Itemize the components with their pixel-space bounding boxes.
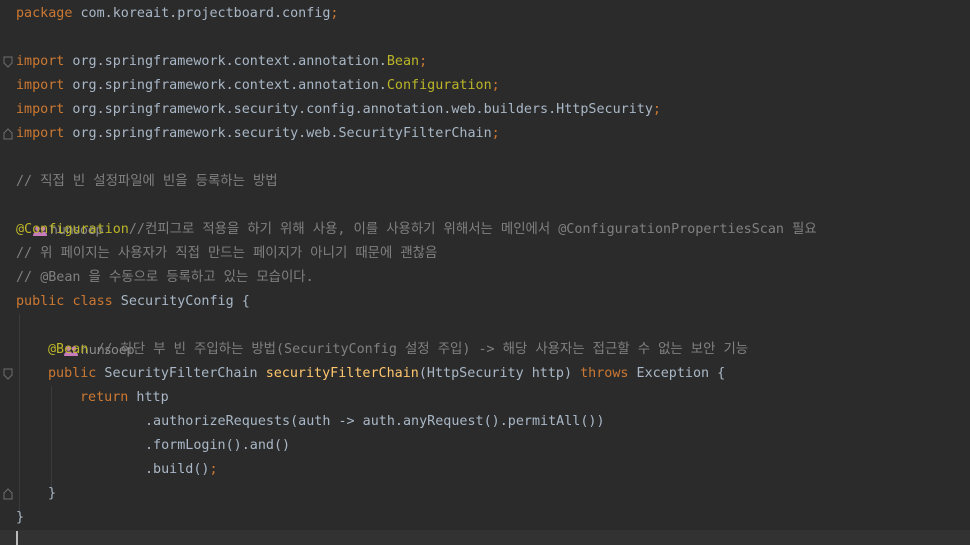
comment: 필요 [783,222,817,237]
fold-marker-icon[interactable] [3,368,13,380]
text-caret [16,531,18,545]
return-expression: http [128,390,169,405]
package-name: com.koreait.projectboard.config [72,6,331,21]
class-name: SecurityConfig { [112,294,250,309]
keyword: return [80,390,129,405]
code-line-annotation[interactable]: @Bean // 하단 부 빈 주입하는 방법(SecurityConfig 설… [48,338,748,362]
code-editor[interactable]: package com.koreait.projectboard.config;… [0,0,970,545]
fold-marker-icon[interactable] [3,488,13,500]
code-line-comment[interactable]: // 직접 빈 설정파일에 빈을 등록하는 방법 [16,170,278,194]
code-line-import[interactable]: import org.springframework.security.conf… [16,98,661,122]
comment-annotation-ref: @ConfigurationPropertiesScan [558,222,784,237]
code-line-import[interactable]: import org.springframework.context.annot… [16,74,500,98]
semicolon: ; [491,126,500,141]
author-hint[interactable]: hunsoep [48,314,134,357]
code-line-comment[interactable]: // @Bean 을 수동으로 등록하고 있는 모습이다. [16,266,314,290]
semicolon: ; [209,462,218,477]
keyword: import [16,78,65,93]
indent-guide [19,314,20,514]
annotation: @Bean [48,342,89,357]
method-name: securityFilterChain [265,366,419,381]
semicolon: ; [330,6,339,21]
keyword: public [16,294,65,309]
code-line-chain[interactable]: .build(); [145,458,218,482]
comment: 을 수동으로 등록하고 있는 모습이다. [80,270,314,285]
indent-guide [51,386,52,490]
keyword: import [16,102,65,117]
keyword: public [48,366,97,381]
import-path: org.springframework.context.annotation. [64,78,387,93]
import-class: Configuration [386,78,492,93]
code-line-comment[interactable]: // 위 페이지는 사용자가 직접 만드는 페이지가 아니기 때문에 괜찮음 [16,242,437,266]
comment: // [16,270,41,285]
import-path: org.springframework.security.config.anno… [64,102,653,117]
keyword: class [72,294,113,309]
return-type: SecurityFilterChain [96,366,266,381]
code-line-chain[interactable]: .formLogin().and() [145,434,290,458]
semicolon: ; [491,78,500,93]
comment: // 하단 부 빈 주입하는 방법(SecurityConfig 설정 주입) … [88,342,749,357]
code-line-import[interactable]: import org.springframework.security.web.… [16,122,500,146]
keyword: import [16,126,65,141]
code-line-annotation[interactable]: @Configuration//컨피그로 적용을 하기 위해 사용, 이를 사용… [16,218,817,242]
code-line-class-declaration[interactable]: public class SecurityConfig { [16,290,250,314]
comment-annotation-ref: @Bean [40,270,81,285]
code-line-closing-brace[interactable]: } [48,482,56,506]
code-line-method-signature[interactable]: public SecurityFilterChain securityFilte… [48,362,725,386]
exception-type: Exception { [628,366,726,381]
fold-marker-icon[interactable] [3,128,13,140]
import-path: org.springframework.context.annotation. [64,54,387,69]
chain-call: .build() [145,462,210,477]
code-line-import[interactable]: import org.springframework.context.annot… [16,50,427,74]
code-line-chain[interactable]: .authorizeRequests(auth -> auth.anyReque… [145,410,605,434]
code-line-package[interactable]: package com.koreait.projectboard.config; [16,2,338,26]
editor-gutter [0,0,16,545]
semicolon: ; [652,102,661,117]
current-line-highlight [0,530,970,545]
import-path: org.springframework.security.web.Securit… [64,126,492,141]
method-params: (HttpSecurity http) [418,366,581,381]
import-class: Bean [386,54,420,69]
author-hint[interactable]: hunsoep [17,194,103,237]
semicolon: ; [419,54,428,69]
annotation: @Configuration [16,222,129,237]
keyword: package [16,6,73,21]
code-line-closing-brace[interactable]: } [16,506,24,530]
comment: //컨피그로 적용을 하기 위해 사용, 이를 사용하기 위해서는 메인에서 [128,222,559,237]
code-line-return[interactable]: return http [80,386,169,410]
keyword: throws [580,366,629,381]
fold-marker-icon[interactable] [3,56,13,68]
keyword: import [16,54,65,69]
